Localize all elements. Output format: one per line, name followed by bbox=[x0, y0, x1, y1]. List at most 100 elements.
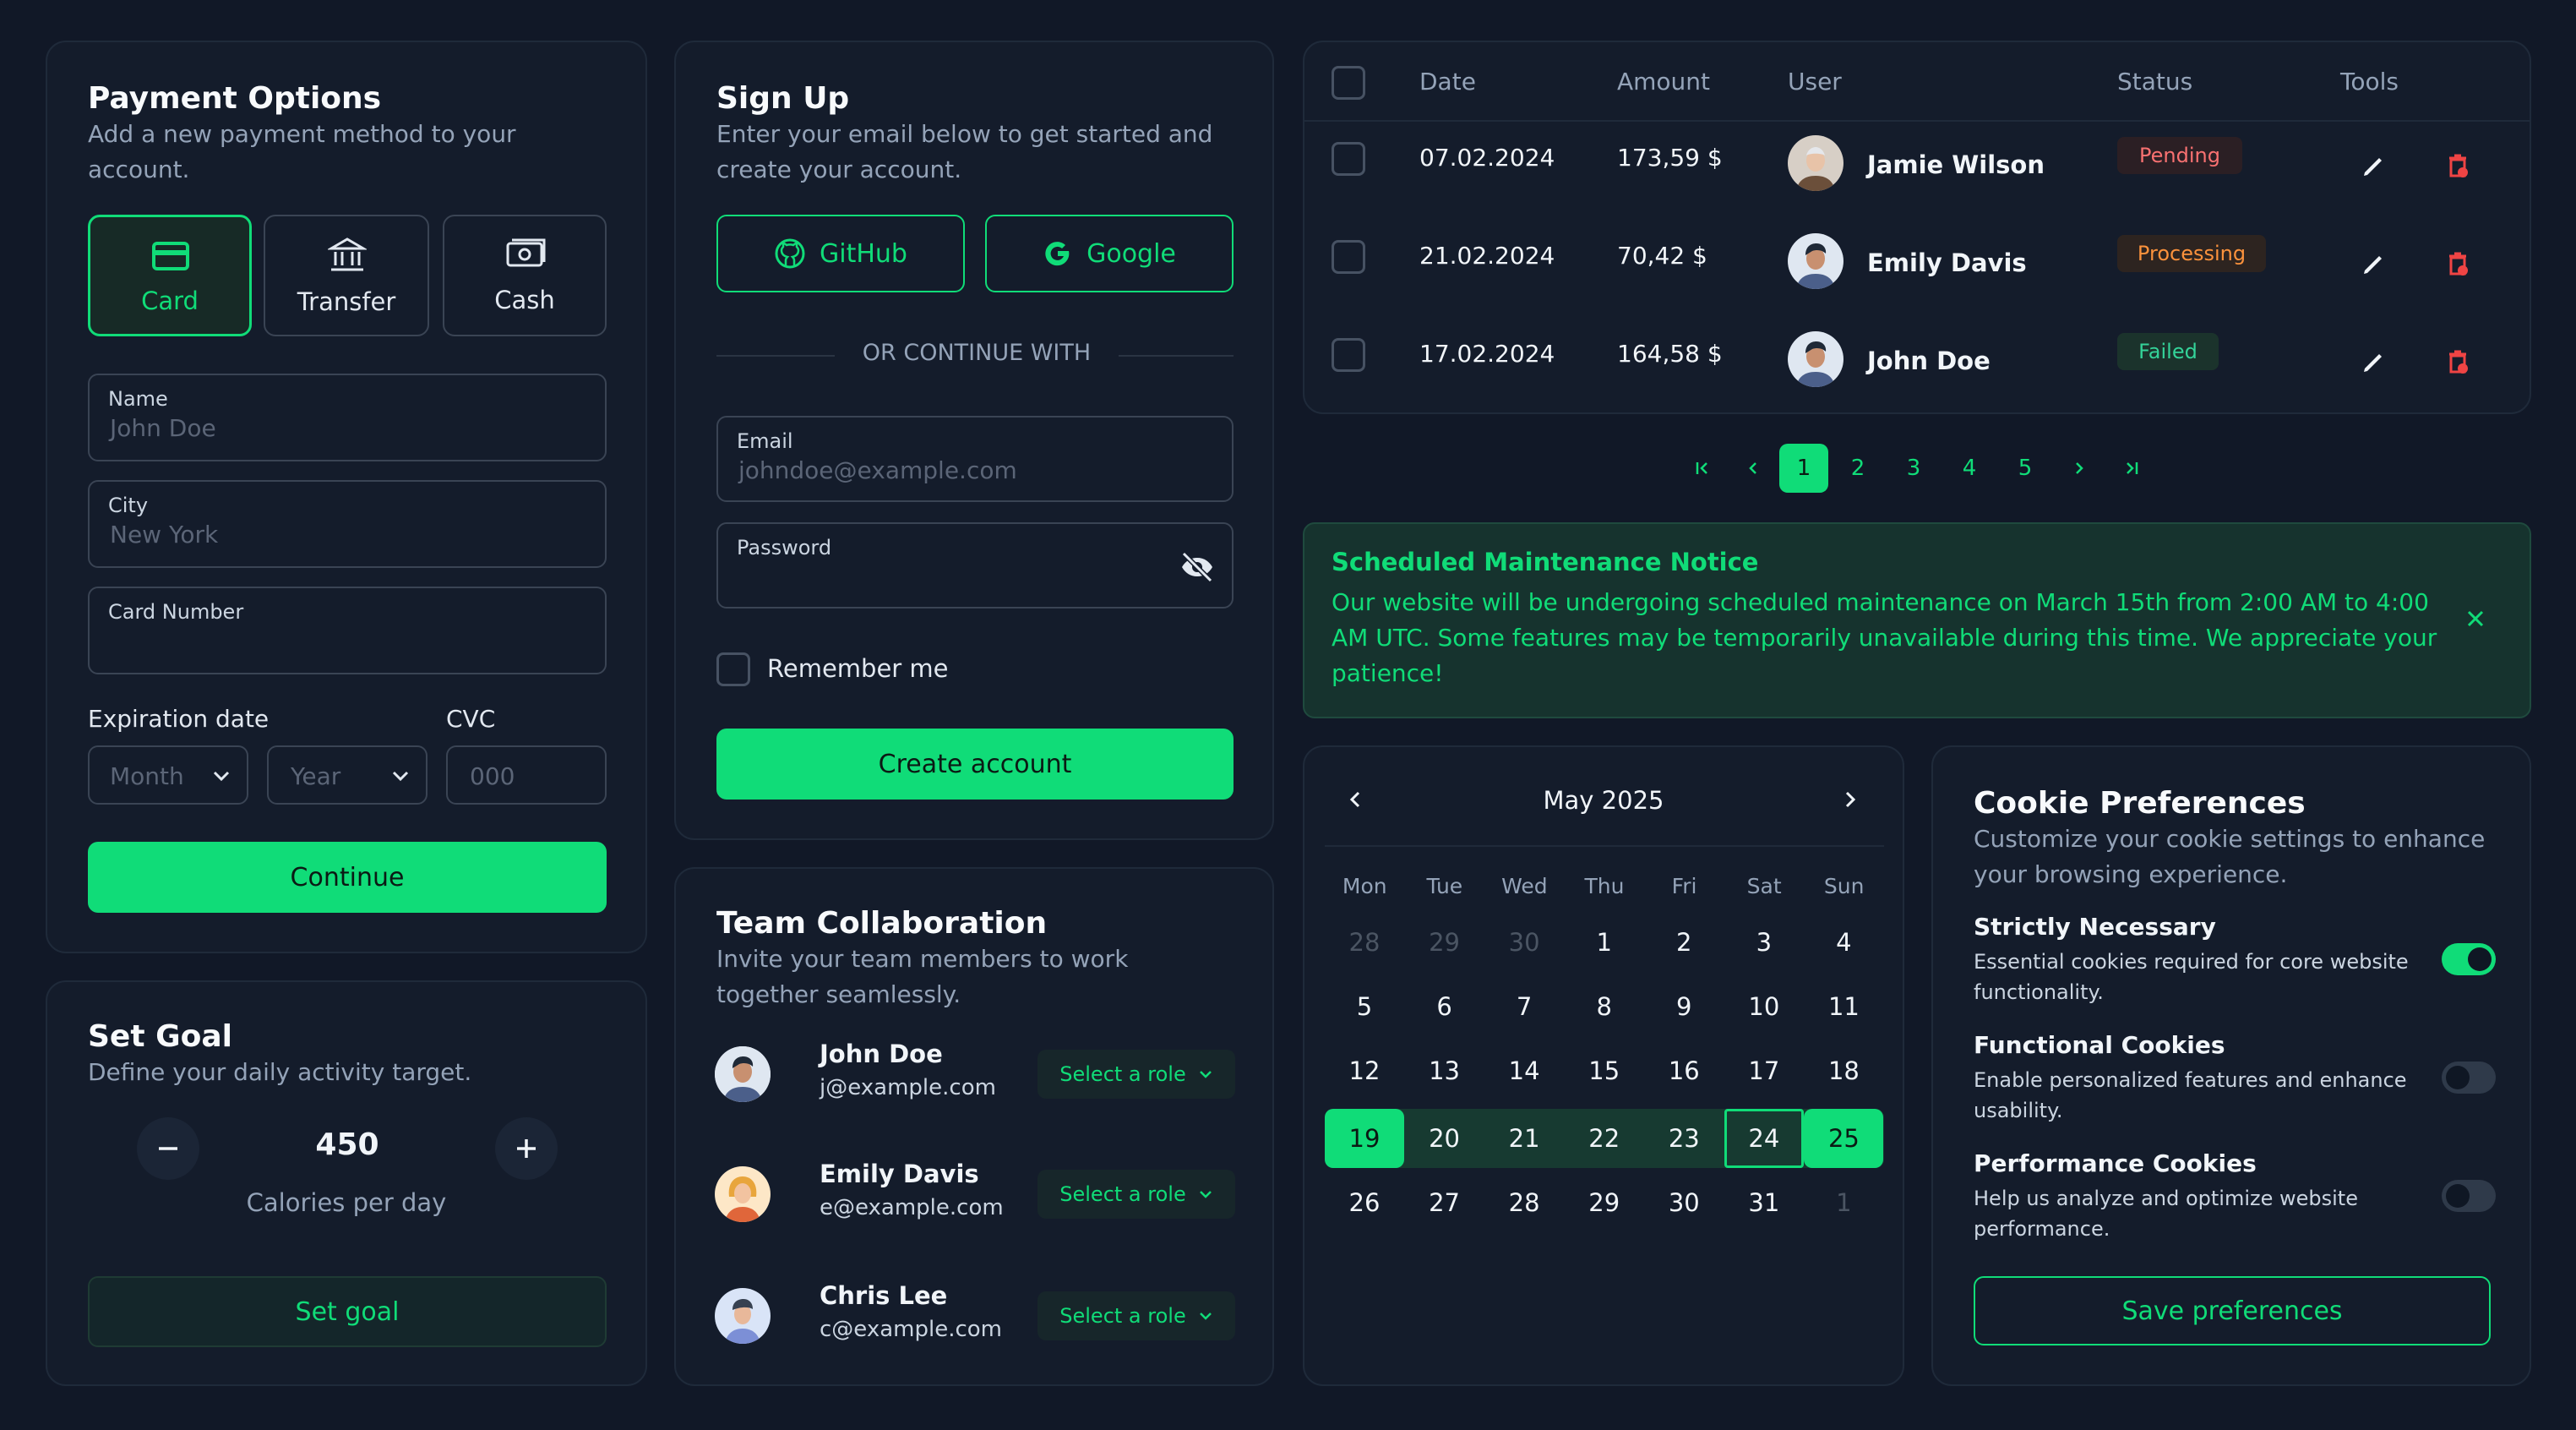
next-page-button[interactable] bbox=[2055, 444, 2104, 493]
row-checkbox[interactable] bbox=[1332, 240, 1365, 274]
set-goal-button[interactable]: Set goal bbox=[88, 1276, 607, 1347]
bank-icon bbox=[328, 237, 367, 271]
page-5[interactable]: 5 bbox=[2001, 444, 2050, 493]
email-field[interactable]: Email johndoe@example.com bbox=[716, 416, 1234, 502]
google-button[interactable]: Google bbox=[985, 215, 1234, 292]
avatar bbox=[715, 1046, 771, 1102]
goal-title: Set Goal bbox=[88, 1019, 232, 1054]
calendar-day[interactable]: 17 bbox=[1724, 1041, 1804, 1100]
remember-me-checkbox[interactable] bbox=[716, 652, 750, 686]
calendar-day[interactable]: 27 bbox=[1405, 1173, 1484, 1232]
row-checkbox[interactable] bbox=[1332, 338, 1365, 372]
password-field[interactable]: Password bbox=[716, 522, 1234, 609]
chevron-down-icon bbox=[1199, 1191, 1212, 1198]
calendar-day[interactable]: 26 bbox=[1325, 1173, 1404, 1232]
year-select[interactable]: Year bbox=[267, 745, 428, 805]
card-number-label: Card Number bbox=[108, 600, 244, 624]
calendar-day[interactable]: 18 bbox=[1804, 1041, 1883, 1100]
eye-off-icon[interactable] bbox=[1179, 551, 1215, 583]
payment-method-cash[interactable]: Cash bbox=[443, 215, 607, 336]
increase-button[interactable] bbox=[495, 1117, 558, 1180]
calendar-day[interactable]: 2 bbox=[1644, 913, 1724, 972]
delete-icon[interactable] bbox=[2443, 348, 2472, 377]
cookie-item-strictly-necessary: Strictly Necessary Essential cookies req… bbox=[1974, 913, 2497, 1006]
calendar-day[interactable]: 1 bbox=[1565, 913, 1644, 972]
row-date: 07.02.2024 bbox=[1419, 144, 1555, 172]
row-checkbox[interactable] bbox=[1332, 142, 1365, 176]
calendar-day[interactable]: 23 bbox=[1644, 1109, 1724, 1168]
page-1[interactable]: 1 bbox=[1779, 444, 1828, 493]
calendar-day[interactable]: 5 bbox=[1325, 977, 1404, 1036]
sign-up-card: Sign Up Enter your email below to get st… bbox=[674, 41, 1274, 840]
payment-method-transfer[interactable]: Transfer bbox=[264, 215, 429, 336]
edit-icon[interactable] bbox=[2359, 152, 2388, 181]
calendar-day[interactable]: 12 bbox=[1325, 1041, 1404, 1100]
calendar-day[interactable]: 3 bbox=[1724, 913, 1804, 972]
select-role-dropdown[interactable]: Select a role bbox=[1037, 1291, 1235, 1340]
cookie-desc-line1: Help us analyze and optimize website bbox=[1974, 1187, 2358, 1210]
calendar-day[interactable]: 30 bbox=[1644, 1173, 1724, 1232]
cvc-field[interactable]: 000 bbox=[446, 745, 607, 805]
github-icon bbox=[775, 238, 805, 269]
select-role-dropdown[interactable]: Select a role bbox=[1037, 1050, 1235, 1099]
payment-subtitle: Add a new payment method to your account… bbox=[88, 117, 516, 188]
decrease-button[interactable] bbox=[137, 1117, 199, 1180]
header-user: User bbox=[1788, 68, 1842, 96]
month-placeholder: Month bbox=[110, 762, 184, 790]
avatar-john-doe-icon bbox=[1788, 331, 1844, 387]
calendar-day[interactable]: 6 bbox=[1405, 977, 1484, 1036]
card-number-field[interactable]: Card Number bbox=[88, 587, 607, 674]
team-member-row: Chris Lee c@example.com Select a role bbox=[715, 1281, 1239, 1349]
name-field[interactable]: Name John Doe bbox=[88, 374, 607, 461]
toggle-performance[interactable] bbox=[2442, 1180, 2496, 1212]
last-page-button[interactable] bbox=[2107, 444, 2156, 493]
page-3[interactable]: 3 bbox=[1889, 444, 1938, 493]
delete-icon[interactable] bbox=[2443, 250, 2472, 279]
calendar-day[interactable]: 24 bbox=[1724, 1109, 1804, 1168]
calendar-day[interactable]: 25 bbox=[1804, 1109, 1884, 1168]
calendar-day[interactable]: 29 bbox=[1565, 1173, 1644, 1232]
edit-icon[interactable] bbox=[2359, 348, 2388, 377]
calendar-day[interactable]: 4 bbox=[1804, 913, 1883, 972]
page-4[interactable]: 4 bbox=[1945, 444, 1994, 493]
calendar-day[interactable]: 19 bbox=[1325, 1109, 1404, 1168]
month-select[interactable]: Month bbox=[88, 745, 248, 805]
calendar-day[interactable]: 13 bbox=[1405, 1041, 1484, 1100]
toggle-functional[interactable] bbox=[2442, 1062, 2496, 1094]
calendar-day[interactable]: 7 bbox=[1484, 977, 1564, 1036]
page-2[interactable]: 2 bbox=[1833, 444, 1882, 493]
calendar-day[interactable]: 22 bbox=[1565, 1109, 1644, 1168]
calendar-day[interactable]: 28 bbox=[1484, 1173, 1564, 1232]
create-account-button[interactable]: Create account bbox=[716, 729, 1234, 800]
calendar-day[interactable]: 9 bbox=[1644, 977, 1724, 1036]
calendar-day[interactable]: 15 bbox=[1565, 1041, 1644, 1100]
save-preferences-button[interactable]: Save preferences bbox=[1974, 1276, 2491, 1345]
chevron-right-icon[interactable] bbox=[1838, 788, 1862, 811]
calendar-month: May 2025 bbox=[1543, 786, 1664, 815]
calendar-day[interactable]: 28 bbox=[1325, 913, 1404, 972]
close-icon[interactable] bbox=[2464, 607, 2487, 630]
calendar-day[interactable]: 21 bbox=[1484, 1109, 1564, 1168]
delete-icon[interactable] bbox=[2443, 152, 2472, 181]
prev-page-button[interactable] bbox=[1729, 444, 1778, 493]
payment-method-card[interactable]: Card bbox=[88, 215, 252, 336]
calendar-day[interactable]: 1 bbox=[1804, 1173, 1883, 1232]
calendar-day[interactable]: 30 bbox=[1484, 913, 1564, 972]
calendar-day[interactable]: 20 bbox=[1405, 1109, 1484, 1168]
edit-icon[interactable] bbox=[2359, 250, 2388, 279]
continue-button[interactable]: Continue bbox=[88, 842, 607, 913]
select-all-checkbox[interactable] bbox=[1332, 66, 1365, 100]
first-page-button[interactable] bbox=[1678, 444, 1727, 493]
city-field[interactable]: City New York bbox=[88, 480, 607, 568]
calendar-day[interactable]: 14 bbox=[1484, 1041, 1564, 1100]
minus-icon bbox=[159, 1147, 177, 1150]
calendar-day[interactable]: 29 bbox=[1405, 913, 1484, 972]
calendar-day[interactable]: 10 bbox=[1724, 977, 1804, 1036]
calendar-day[interactable]: 11 bbox=[1804, 977, 1883, 1036]
github-button[interactable]: GitHub bbox=[716, 215, 965, 292]
calendar-day[interactable]: 31 bbox=[1724, 1173, 1804, 1232]
calendar-day[interactable]: 8 bbox=[1565, 977, 1644, 1036]
select-role-dropdown[interactable]: Select a role bbox=[1037, 1170, 1235, 1219]
calendar-day[interactable]: 16 bbox=[1644, 1041, 1724, 1100]
toggle-strictly-necessary[interactable] bbox=[2442, 943, 2496, 975]
